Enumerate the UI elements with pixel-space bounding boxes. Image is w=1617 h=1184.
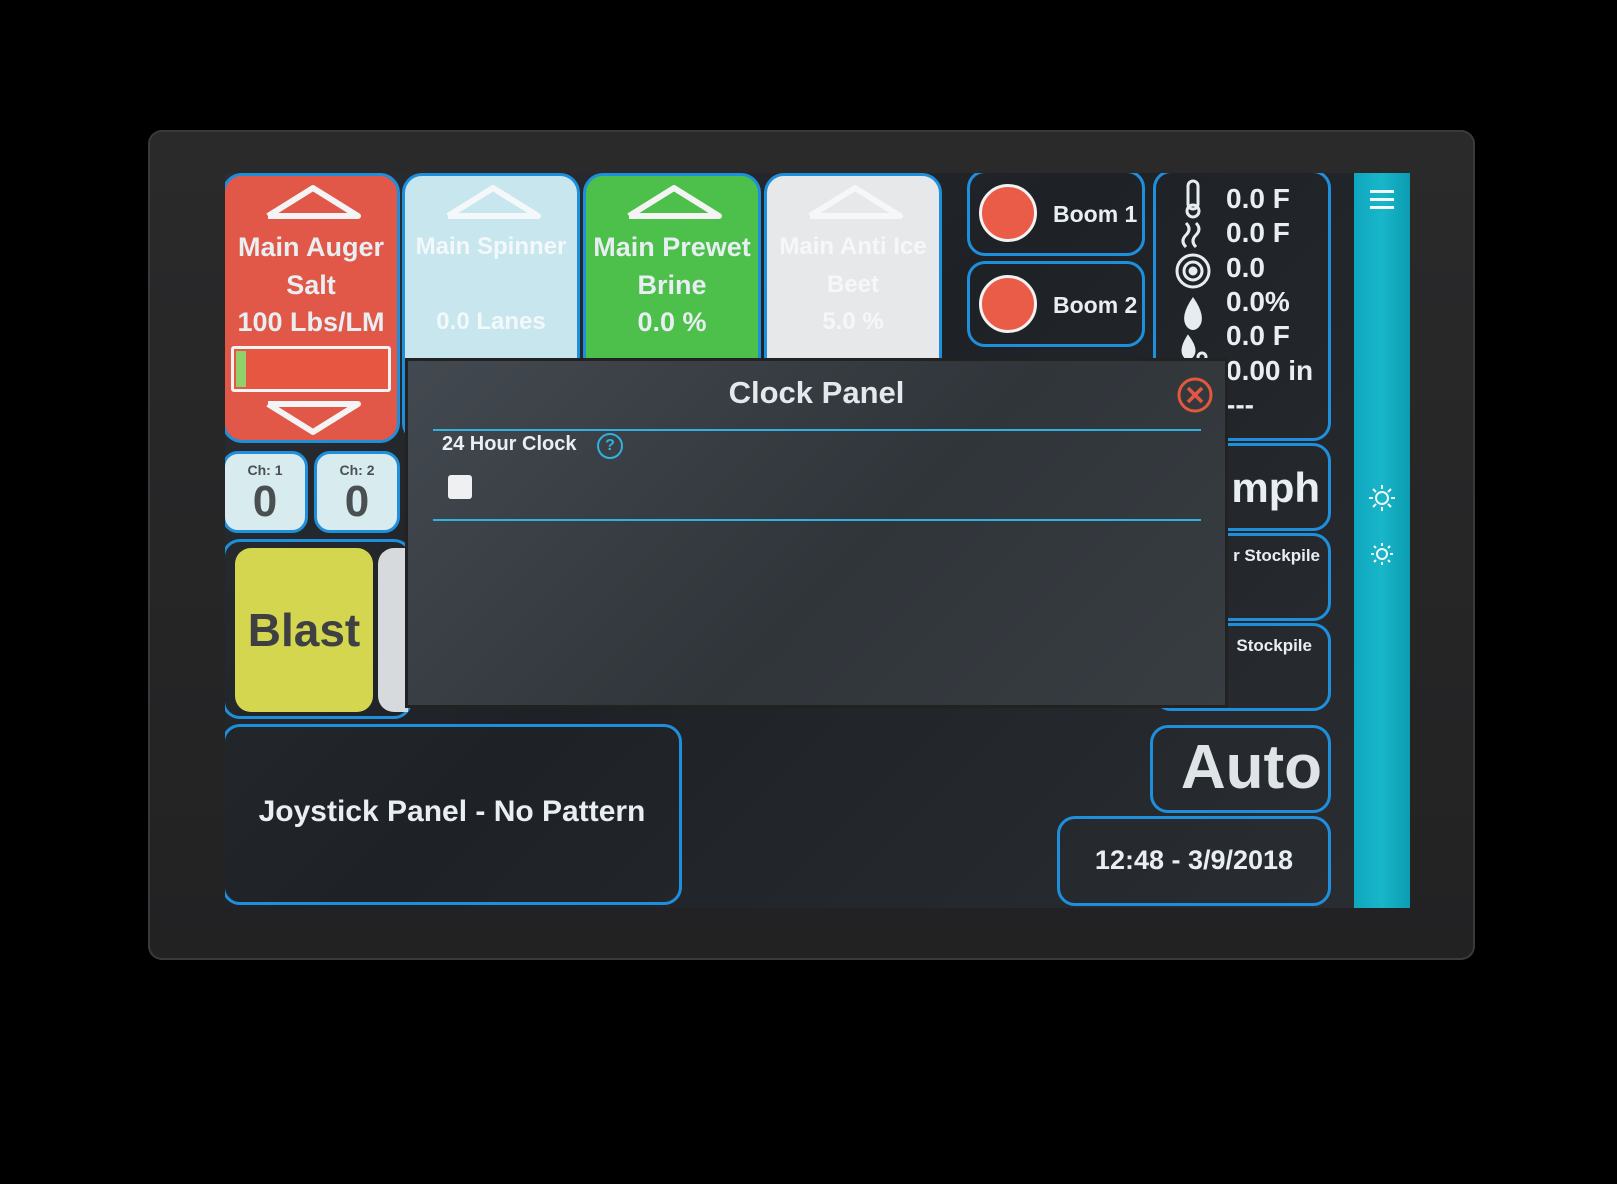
channel-1[interactable]: Ch: 1 0 <box>225 451 308 533</box>
increase-arrow-icon[interactable] <box>443 182 543 222</box>
control-title: Main Spinner <box>415 233 567 260</box>
option-label: 24 Hour Clock <box>442 433 577 455</box>
brightness-down-icon[interactable] <box>1367 539 1397 569</box>
main-auger-control[interactable]: Main Auger Salt 100 Lbs/LM <box>225 173 400 443</box>
control-subtitle: Salt <box>286 270 336 300</box>
boom-status-indicator <box>979 275 1037 333</box>
control-value: 0.0 % <box>637 307 707 337</box>
clock-panel-modal: Clock Panel 24 Hour Clock ? <box>405 358 1228 708</box>
boom-label: Boom 1 <box>1053 201 1138 227</box>
control-title: Main Prewet <box>593 232 751 262</box>
control-value: 0.0 Lanes <box>436 308 546 335</box>
thermometer-icon <box>1185 179 1201 219</box>
boom-label: Boom 2 <box>1053 292 1138 318</box>
close-icon[interactable] <box>1175 375 1215 415</box>
rate-bar-fill <box>236 351 246 387</box>
boom-1-button[interactable]: Boom 1 <box>967 173 1145 256</box>
control-title: Main Auger <box>237 232 384 262</box>
24-hour-clock-checkbox[interactable] <box>448 475 472 499</box>
road-temp-value: 0.0 F <box>1226 217 1290 248</box>
sidebar <box>1354 173 1410 908</box>
road-sensor-icon <box>1175 253 1211 289</box>
modal-divider <box>433 429 1201 431</box>
modal-divider <box>433 519 1201 521</box>
stockpile-label: r Stockpile <box>1233 546 1320 565</box>
auto-button[interactable]: Auto <box>1150 725 1331 813</box>
humidity-icon <box>1184 297 1202 330</box>
secondary-button[interactable] <box>378 548 408 712</box>
channel-label: Ch: 2 <box>339 462 375 478</box>
speed-unit: mph <box>1231 464 1320 511</box>
brightness-up-icon[interactable] <box>1367 483 1397 513</box>
friction-value: 0.0 <box>1226 252 1265 283</box>
rate-bar <box>231 346 391 392</box>
control-subtitle: Brine <box>637 270 707 300</box>
channel-label: Ch: 1 <box>247 462 283 478</box>
channel-value: 0 <box>252 477 278 526</box>
modal-title: Clock Panel <box>728 375 905 410</box>
joystick-panel[interactable]: Joystick Panel - No Pattern <box>225 724 682 905</box>
increase-arrow-icon[interactable] <box>805 182 905 222</box>
dew-point-value: 0.0 F <box>1226 320 1290 351</box>
boom-2-button[interactable]: Boom 2 <box>967 261 1145 347</box>
boom-status-indicator <box>979 184 1037 242</box>
auto-label: Auto <box>1180 733 1322 802</box>
decrease-arrow-icon[interactable] <box>263 398 363 438</box>
extra-sensor-value: --- <box>1226 389 1254 420</box>
help-icon[interactable]: ? <box>597 433 623 459</box>
joystick-label: Joystick Panel - No Pattern <box>258 795 646 828</box>
control-value: 100 Lbs/LM <box>237 307 385 337</box>
increase-arrow-icon[interactable] <box>624 182 724 222</box>
menu-icon[interactable] <box>1368 187 1398 213</box>
increase-arrow-icon[interactable] <box>263 182 363 222</box>
stockpile-label: Stockpile <box>1236 636 1312 655</box>
humidity-value: 0.0% <box>1226 286 1290 317</box>
snow-depth-value: 0.00 in <box>1226 355 1314 386</box>
air-temp-value: 0.0 F <box>1226 183 1290 214</box>
datetime-panel[interactable]: 12:48 - 3/9/2018 <box>1057 816 1331 906</box>
control-title: Main Anti Ice <box>779 233 927 260</box>
heat-icon <box>1181 221 1201 249</box>
blast-button[interactable]: Blast <box>235 548 373 712</box>
screen: Main Auger Salt 100 Lbs/LM Main Spinner … <box>225 173 1410 908</box>
control-value: 5.0 % <box>822 308 884 335</box>
datetime-label: 12:48 - 3/9/2018 <box>1094 845 1294 875</box>
channel-value: 0 <box>344 477 370 526</box>
control-subtitle: Beet <box>826 271 880 298</box>
channel-2[interactable]: Ch: 2 0 <box>314 451 400 533</box>
